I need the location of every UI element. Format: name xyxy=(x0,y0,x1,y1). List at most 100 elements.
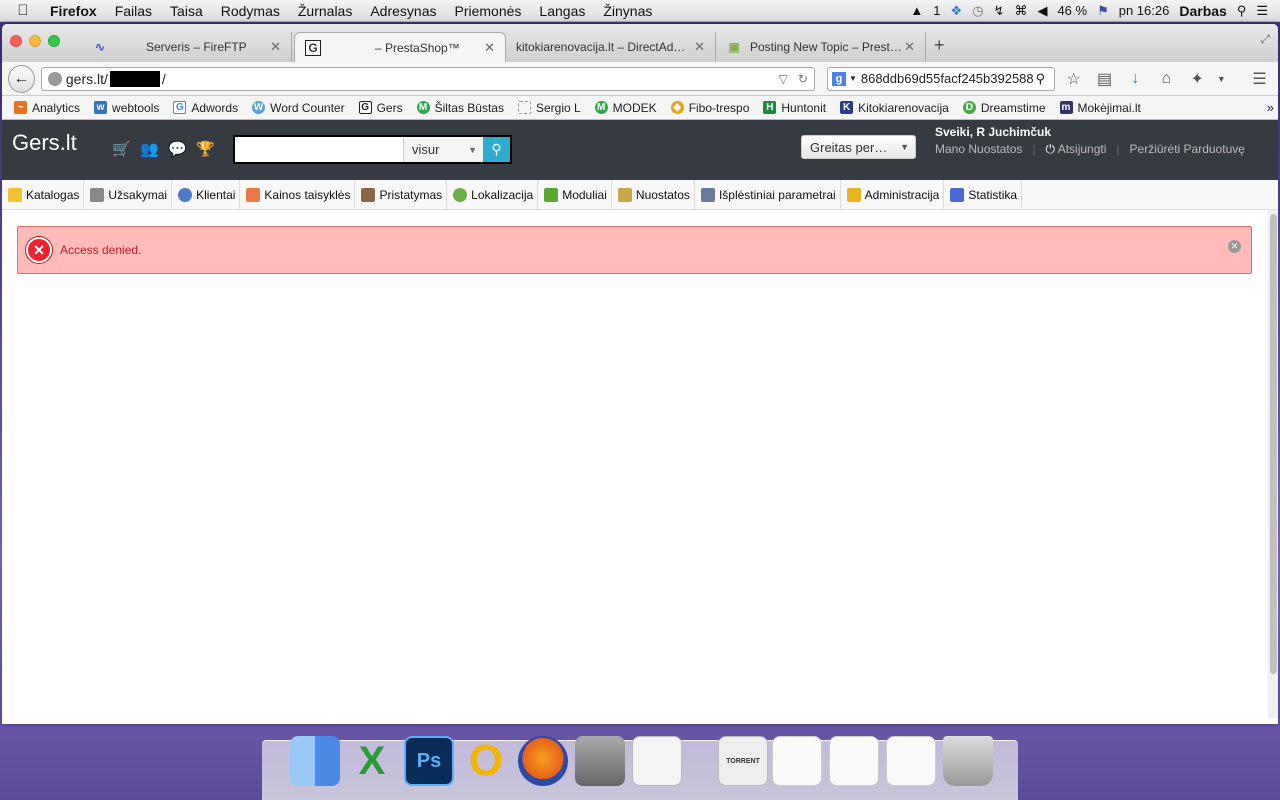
menu-administracija[interactable]: Administracija xyxy=(841,180,945,209)
search-engine-dropdown-icon[interactable]: ▼ xyxy=(849,74,857,83)
bookmark-word-counter[interactable]: W Word Counter xyxy=(252,101,345,115)
url-bar[interactable]: gers.lt/ / ▽ ↻ xyxy=(40,66,815,91)
logout-link[interactable]: ⏻ Atsijungti xyxy=(1046,142,1107,157)
menu-statistika[interactable]: Statistika xyxy=(944,180,1023,209)
bookmark-analytics[interactable]: ~ Analytics xyxy=(14,101,80,115)
menu-zurnalas[interactable]: Žurnalas xyxy=(289,3,361,19)
textedit-icon[interactable] xyxy=(632,736,682,786)
close-alert-icon[interactable]: ✕ xyxy=(1228,240,1241,253)
fullscreen-icon[interactable]: ⤢ xyxy=(1260,32,1270,47)
menu-langas[interactable]: Langas xyxy=(530,3,594,19)
close-tab-icon[interactable]: ✕ xyxy=(904,39,915,55)
quick-access-dropdown[interactable]: Greitas per… ▼ xyxy=(801,135,916,159)
spotlight-icon[interactable]: ⚲ xyxy=(1237,3,1247,19)
tab-directadmin[interactable]: kitokiarenovacija.lt – DirectAd… ✕ xyxy=(506,32,716,62)
menu-isplestiniai-parametrai[interactable]: Išplėstiniai parametrai xyxy=(695,180,841,209)
reload-icon[interactable]: ↻ xyxy=(798,72,808,86)
admin-search-input[interactable] xyxy=(235,137,403,162)
search-button[interactable]: ⚲ xyxy=(483,137,510,162)
menu-taisa[interactable]: Taisa xyxy=(161,3,212,19)
finder-icon[interactable] xyxy=(290,736,340,786)
menu-nuostatos[interactable]: Nuostatos xyxy=(612,180,695,209)
bookmark-adwords[interactable]: G Adwords xyxy=(173,101,238,115)
menu-app-firefox[interactable]: Firefox xyxy=(46,3,106,19)
bookmarks-list-icon[interactable]: ▤ xyxy=(1092,69,1117,89)
minimize-window-icon[interactable] xyxy=(29,35,41,47)
bookmark-sergio[interactable]: Sergio L xyxy=(517,101,581,115)
new-tab-icon[interactable]: + xyxy=(934,35,945,56)
menu-failas[interactable]: Failas xyxy=(106,3,161,19)
flag-icon[interactable]: ⚑ xyxy=(1097,3,1109,19)
menu-adresynas[interactable]: Adresynas xyxy=(361,3,445,19)
menu-uzsakymai[interactable]: Užsakymai xyxy=(84,180,173,209)
battery-percent[interactable]: 46 % xyxy=(1057,3,1087,18)
menu-zinynas[interactable]: Žinynas xyxy=(594,3,661,19)
menu-hamburger-icon[interactable]: ☰ xyxy=(1247,69,1272,89)
notification-center-icon[interactable]: ☰ xyxy=(1256,3,1268,19)
close-window-icon[interactable] xyxy=(10,35,22,47)
user-name[interactable]: Darbas xyxy=(1179,3,1226,19)
zoom-window-icon[interactable] xyxy=(48,35,60,47)
scrollbar-thumb[interactable] xyxy=(1270,214,1277,674)
bluetooth-icon[interactable]: ↯ xyxy=(994,3,1005,19)
bookmark-mokejimai[interactable]: m Mokėjimai.lt xyxy=(1059,101,1141,115)
tab-posting-topic[interactable]: ▣ Posting New Topic – Prest… ✕ xyxy=(716,32,926,62)
my-settings-link[interactable]: Mano Nuostatos xyxy=(935,142,1022,157)
bookmark-fibo[interactable]: ◆ Fibo-trespo xyxy=(670,101,749,115)
firefox-icon[interactable] xyxy=(518,736,568,786)
menu-kainos-taisykles[interactable]: Kainos taisyklės xyxy=(240,180,356,209)
menu-lokalizacija[interactable]: Lokalizacija xyxy=(447,180,539,209)
bookmark-webtools[interactable]: w webtools xyxy=(94,101,159,115)
downloads-icon[interactable]: ↓ xyxy=(1123,70,1148,88)
bookmark-dreamstime[interactable]: D Dreamstime xyxy=(962,101,1046,115)
menu-katalogas[interactable]: Katalogas xyxy=(2,180,85,209)
search-scope-select[interactable]: visur ▼ xyxy=(403,137,483,162)
extension-icon[interactable]: ✦ xyxy=(1185,69,1210,89)
apple-menu-icon[interactable]:  xyxy=(0,2,46,19)
messages-icon[interactable]: 💬 xyxy=(168,140,187,158)
search-bar[interactable]: g ▼ 868ddb69d55facf245b392588 ⚲ xyxy=(826,66,1056,91)
window-thumb-1-icon[interactable] xyxy=(772,736,822,786)
wifi-icon[interactable]: ⌘ xyxy=(1014,3,1027,19)
bookmark-modek[interactable]: M MODEK xyxy=(594,101,657,115)
dropdown-arrow-icon[interactable]: ▽ xyxy=(779,72,788,86)
bookmark-kitokiarenovacija[interactable]: K Kitokiarenovacija xyxy=(840,101,949,115)
volume-icon[interactable]: ◀ xyxy=(1037,3,1047,19)
opera-icon[interactable]: O xyxy=(461,736,511,786)
bookmark-star-icon[interactable]: ☆ xyxy=(1061,69,1086,89)
window-thumb-3-icon[interactable] xyxy=(886,736,936,786)
menu-priemones[interactable]: Priemonės xyxy=(446,3,531,19)
bookmark-gers[interactable]: G Gers xyxy=(358,101,403,115)
clock[interactable]: pn 16:26 xyxy=(1119,3,1170,18)
back-button[interactable]: ← xyxy=(8,64,35,93)
tab-prestashop[interactable]: G – PrestaShop™ ✕ xyxy=(294,32,506,62)
magnifier-icon[interactable]: ⚲ xyxy=(1036,71,1046,87)
bookmarks-overflow-icon[interactable]: » xyxy=(1267,100,1274,115)
menu-klientai[interactable]: Klientai xyxy=(172,180,241,209)
close-tab-icon[interactable]: ✕ xyxy=(270,39,281,55)
orders-cart-icon[interactable]: 🛒 xyxy=(112,140,131,158)
torrent-icon[interactable]: TORRENT xyxy=(718,736,768,786)
menu-moduliai[interactable]: Moduliai xyxy=(538,180,612,209)
time-machine-icon[interactable]: ◷ xyxy=(972,3,983,19)
trophy-icon[interactable]: 🏆 xyxy=(196,140,215,158)
excel-icon[interactable]: X xyxy=(347,736,397,786)
vertical-scrollbar[interactable] xyxy=(1268,210,1278,718)
window-thumb-2-icon[interactable] xyxy=(829,736,879,786)
close-tab-icon[interactable]: ✕ xyxy=(694,39,705,55)
close-tab-icon[interactable]: ✕ xyxy=(484,40,495,56)
shop-logo[interactable]: Gers.lt xyxy=(12,130,77,156)
trash-icon[interactable] xyxy=(943,736,993,786)
transmit-icon[interactable] xyxy=(575,736,625,786)
tab-fireftp[interactable]: ∿ Serveris – FireFTP ✕ xyxy=(82,32,292,62)
adobe-icon[interactable]: ▲ xyxy=(910,3,923,18)
dropbox-icon[interactable]: ❖ xyxy=(951,3,963,19)
extension-dropdown-icon[interactable]: ▼ xyxy=(1216,74,1227,84)
menu-pristatymas[interactable]: Pristatymas xyxy=(355,180,448,209)
photoshop-icon[interactable]: Ps xyxy=(404,736,454,786)
home-icon[interactable]: ⌂ xyxy=(1154,70,1179,88)
bookmark-siltas-bustas[interactable]: M Šiltas Būstas xyxy=(416,101,504,115)
menu-rodymas[interactable]: Rodymas xyxy=(212,3,289,19)
new-customers-icon[interactable]: 👥 xyxy=(140,140,159,158)
view-shop-link[interactable]: Peržiūrėti Parduotuvę xyxy=(1130,142,1245,157)
